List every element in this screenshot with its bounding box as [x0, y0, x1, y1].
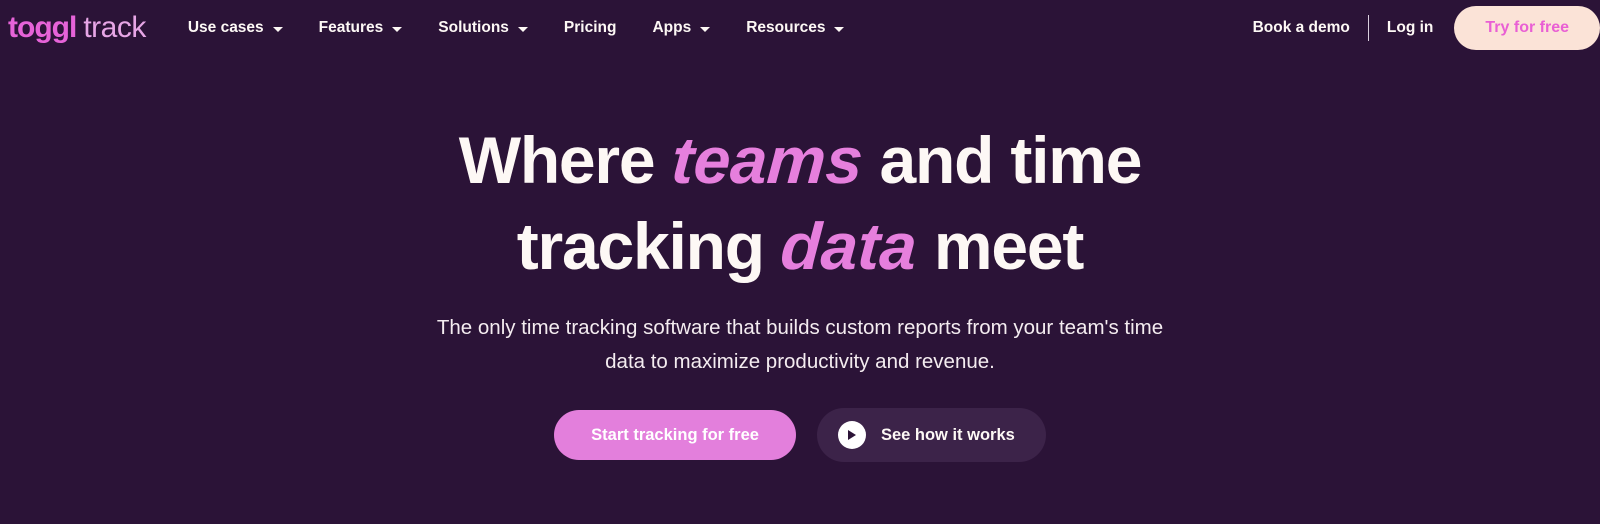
chevron-down-icon [517, 26, 528, 32]
try-for-free-button[interactable]: Try for free [1454, 6, 1600, 50]
nav-item-apps[interactable]: Apps [634, 11, 728, 45]
chevron-down-icon [700, 26, 711, 32]
logo-product-text: track [83, 11, 146, 44]
see-how-it-works-label: See how it works [880, 425, 1015, 444]
nav-item-label: Resources [746, 19, 826, 36]
start-tracking-for-free-button[interactable]: Start tracking for free [554, 409, 796, 461]
headline-line-2: tracking data meet [516, 209, 1085, 283]
hero-subheading: The only time tracking software that bui… [436, 316, 1164, 373]
hero-cta-row: Start tracking for free See how it works [554, 408, 1046, 462]
headline-text: and time [862, 123, 1142, 197]
nav-item-label: Features [318, 19, 384, 36]
see-how-it-works-button[interactable]: See how it works [816, 408, 1046, 462]
logo-brand-text: toggl [8, 11, 77, 44]
headline-text: tracking [516, 209, 782, 283]
hero-headline: Where teams and time tracking data meet [458, 117, 1143, 289]
header-divider [1367, 15, 1369, 41]
headline-text: Where [458, 123, 672, 197]
nav-item-resources[interactable]: Resources [728, 11, 862, 45]
headline-accent-data: data [778, 209, 920, 283]
header-actions: Book a demo Log in Try for free [1253, 0, 1600, 56]
toggl-track-logo[interactable]: toggl track [8, 13, 146, 43]
headline-line-1: Where teams and time [458, 123, 1143, 197]
nav-item-solutions[interactable]: Solutions [420, 11, 546, 45]
nav-item-features[interactable]: Features [301, 11, 421, 45]
nav-item-label: Apps [652, 19, 692, 36]
play-circle-icon [837, 421, 866, 449]
headline-accent-teams: teams [668, 123, 865, 197]
site-header: toggl track Use cases Features Solutions… [0, 0, 1600, 56]
headline-text: meet [916, 209, 1084, 283]
chevron-down-icon [392, 26, 403, 32]
log-in-link[interactable]: Log in [1387, 19, 1434, 37]
main-navigation: Use cases Features Solutions Pricing App… [170, 11, 863, 45]
book-a-demo-link[interactable]: Book a demo [1253, 19, 1350, 37]
nav-item-use-cases[interactable]: Use cases [170, 11, 301, 45]
hero-section: Where teams and time tracking data meet … [0, 56, 1600, 524]
chevron-down-icon [272, 26, 283, 32]
chevron-down-icon [834, 26, 845, 32]
nav-item-label: Solutions [438, 19, 509, 36]
toggl-track-landing-page: toggl track Use cases Features Solutions… [0, 0, 1600, 524]
nav-item-pricing[interactable]: Pricing [546, 11, 635, 45]
nav-item-label: Pricing [563, 19, 617, 36]
nav-item-label: Use cases [187, 19, 264, 36]
